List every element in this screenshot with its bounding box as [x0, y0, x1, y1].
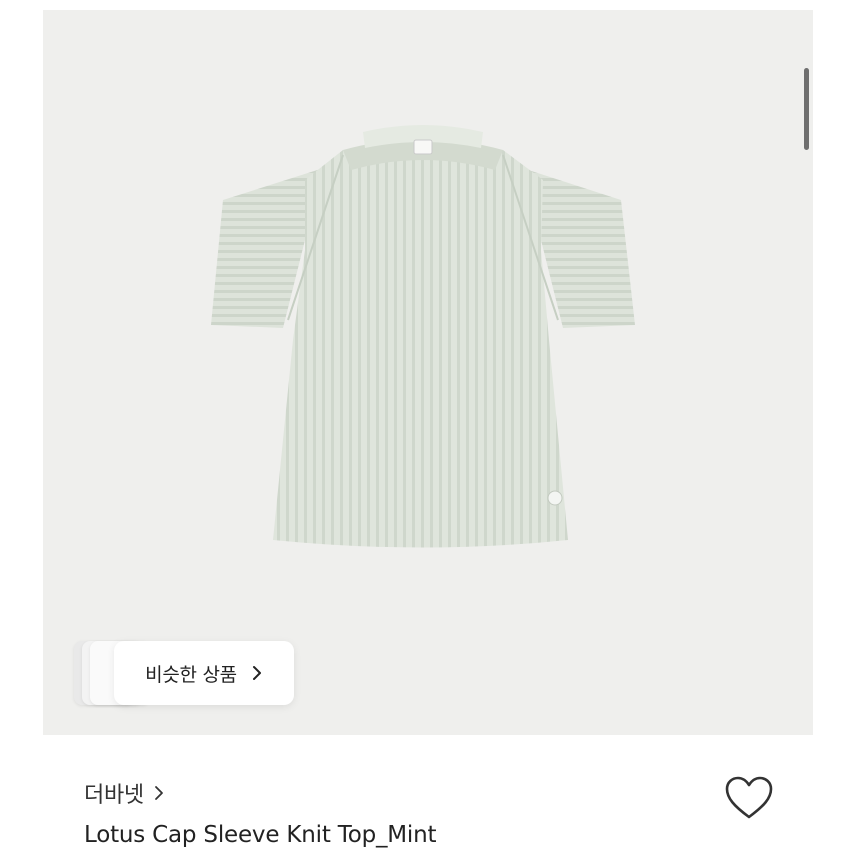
brand-name: 더바넷	[84, 783, 144, 808]
product-image[interactable]	[43, 10, 813, 735]
scrollbar[interactable]	[804, 68, 809, 150]
knit-top-illustration	[211, 125, 635, 548]
product-title: Lotus Cap Sleeve Knit Top_Mint	[84, 822, 437, 848]
similar-products-button[interactable]: 비슷한 상품	[114, 641, 294, 705]
heart-icon[interactable]	[724, 775, 774, 821]
brand-link[interactable]: 더바넷	[84, 776, 164, 810]
similar-products-label: 비슷한 상품	[145, 663, 237, 686]
chevron-right-icon	[252, 666, 261, 680]
product-detail-page: 비슷한 상품 더바넷 Lotus Cap Sleeve Knit Top_Min…	[0, 0, 856, 856]
chevron-right-icon	[154, 786, 163, 800]
